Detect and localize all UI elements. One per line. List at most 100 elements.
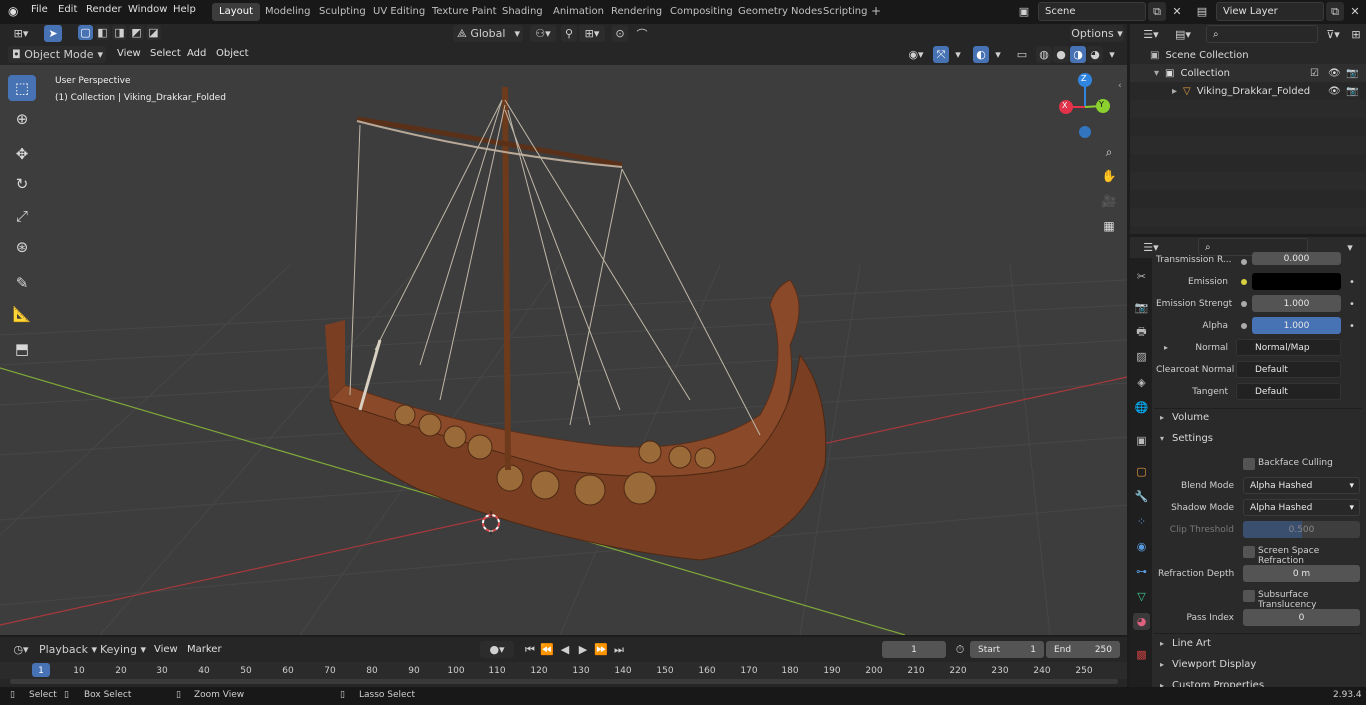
outliner-row-scene-collection[interactable]: ▣ Scene Collection [1130,46,1366,64]
mode-subtract-icon[interactable]: ◨ [112,25,127,40]
emission-strength-field[interactable]: 1.000 [1252,295,1341,312]
options-dropdown[interactable]: Options ▾ [1070,25,1124,42]
workspace-tab-compositing[interactable]: Compositing [663,3,740,21]
wireframe-shading-icon[interactable]: ◍ [1036,46,1052,63]
new-view-layer-icon[interactable]: ⧉ [1326,2,1344,21]
properties-editor-type-icon[interactable]: ☰▾ [1138,239,1164,256]
object-tab-icon[interactable]: ▢ [1133,463,1150,480]
viewport-menu-view[interactable]: View [117,48,141,59]
end-frame-field[interactable]: End 250 [1046,641,1120,658]
outliner-editor-type-icon[interactable]: ☰▾ [1138,26,1164,43]
shadow-mode-dropdown[interactable]: Alpha Hashed ▾ [1243,499,1360,516]
viking-ship-model[interactable] [325,86,827,561]
measure-tool-icon[interactable]: 📐 [8,301,36,327]
transform-tool-icon[interactable]: ⊛ [8,234,36,260]
auto-keying-icon[interactable]: ●▾ [480,641,514,658]
scene-selector-icon[interactable]: ▣ [1012,2,1036,21]
visibility-icon[interactable]: ◉▾ [903,46,929,63]
physics-tab-icon[interactable]: ◉ [1133,538,1150,555]
delete-view-layer-icon[interactable]: ✕ [1346,2,1364,21]
workspace-tab-layout[interactable]: Layout [212,3,260,21]
render-tab-icon[interactable]: 📷 [1133,299,1150,316]
jump-keyframe-forward-icon[interactable]: ⏩ [593,641,609,658]
eye-icon[interactable]: 👁 [1328,86,1341,97]
menu-window[interactable]: Window [128,4,167,15]
menu-file[interactable]: File [31,4,48,15]
constraints-tab-icon[interactable]: ⊶ [1133,563,1150,580]
output-tab-icon[interactable]: 🖶 [1133,324,1150,341]
mode-new-icon[interactable]: ▢ [78,25,93,40]
decorator-dot-icon[interactable]: • [1349,321,1355,332]
clearcoat-normal-link[interactable]: Default [1236,361,1341,378]
proportional-edit-icon[interactable]: ⊙ [612,25,628,42]
object-mode-dropdown[interactable]: ◘ Object Mode ▾ [8,46,106,63]
blend-mode-dropdown[interactable]: Alpha Hashed ▾ [1243,477,1360,494]
outliner-search-input[interactable]: ⌕ [1206,25,1318,43]
camera-view-icon[interactable]: 🎥 [1098,190,1120,212]
menu-render[interactable]: Render [86,4,122,15]
custom-properties-panel-header[interactable]: Custom Properties [1172,680,1264,687]
emission-color-swatch[interactable] [1252,273,1341,290]
chevron-down-icon[interactable]: ▾ [1342,239,1358,256]
backface-culling-checkbox[interactable] [1243,458,1255,470]
falloff-icon[interactable]: ⌒ [630,25,654,42]
eye-icon[interactable]: 👁 [1328,68,1341,79]
3d-viewport[interactable]: Z Y X User Perspective (1) Collection | … [0,65,1127,635]
xray-toggle-icon[interactable]: ▭ [1014,46,1030,63]
transform-orientation-dropdown[interactable]: ⟁ Global ▾ [453,25,523,42]
timeline-scrollbar[interactable] [10,679,1118,684]
line-art-panel-header[interactable]: Line Art [1172,638,1211,649]
gizmo-toggle-icon[interactable]: ⤧ [933,46,949,63]
cursor-tool-icon[interactable]: ⊕ [8,106,36,132]
filter-icon[interactable]: ⊽▾ [1320,26,1346,43]
workspace-tab-uv-editing[interactable]: UV Editing [366,3,432,21]
viewport-display-panel-header[interactable]: Viewport Display [1172,659,1256,670]
camera-icon[interactable]: 📷 [1346,86,1358,97]
volume-panel-header[interactable]: Volume [1172,412,1209,423]
timeline-editor-type-icon[interactable]: ◷▾ [8,641,34,658]
normal-map-link[interactable]: Normal/Map [1236,339,1341,356]
clip-threshold-slider[interactable]: 0.500 [1243,521,1360,538]
new-collection-icon[interactable]: ⊞ [1348,26,1364,43]
collection-tab-icon[interactable]: ▣ [1133,432,1150,449]
workspace-tab-animation[interactable]: Animation [546,3,611,21]
pivot-point-icon[interactable]: ⚇▾ [530,25,556,42]
chevron-down-icon[interactable]: ▾ [951,46,965,63]
mode-extend-icon[interactable]: ◧ [95,25,110,40]
tangent-link[interactable]: Default [1236,383,1341,400]
sidebar-toggle-icon[interactable]: ‹ [1118,81,1122,91]
viewport-menu-add[interactable]: Add [187,48,206,59]
workspace-tab-shading[interactable]: Shading [495,3,550,21]
camera-icon[interactable]: 📷 [1346,68,1358,79]
timeline-menu-view[interactable]: View [154,644,178,655]
menu-help[interactable]: Help [173,4,196,15]
world-tab-icon[interactable]: 🌐 [1133,399,1150,416]
settings-panel-header[interactable]: Settings [1172,433,1213,444]
timeline-menu-marker[interactable]: Marker [187,644,222,655]
particles-tab-icon[interactable]: ⁘ [1133,513,1150,530]
refraction-depth-field[interactable]: 0 m [1243,565,1360,582]
pan-hand-icon[interactable]: ✋ [1098,165,1120,187]
jump-start-icon[interactable]: ⏮ [522,641,538,658]
delete-scene-icon[interactable]: ✕ [1168,2,1186,21]
workspace-tab-geometry-nodes[interactable]: Geometry Nodes [731,3,829,21]
viewport-menu-select[interactable]: Select [150,48,181,59]
chevron-down-icon[interactable]: ▾ [991,46,1005,63]
rendered-shading-icon[interactable]: ◕ [1087,46,1103,63]
alpha-field[interactable]: 1.000 [1252,317,1341,334]
playback-menu[interactable]: Playback ▾ [39,641,97,658]
add-workspace-button[interactable]: + [866,3,886,21]
add-cube-tool-icon[interactable]: ⬒ [8,336,36,362]
view-layer-icon[interactable]: ▤ [1190,2,1214,21]
transmission-field[interactable]: 0.000 [1252,252,1341,265]
material-shading-icon[interactable]: ◑ [1070,46,1086,63]
zoom-icon[interactable]: ⌕ [1098,141,1120,163]
editor-type-icon[interactable]: ⊞▾ [8,25,34,42]
workspace-tab-rendering[interactable]: Rendering [604,3,669,21]
tool-tab-icon[interactable]: ✂ [1133,268,1150,285]
new-scene-icon[interactable]: ⧉ [1148,2,1166,21]
texture-tab-icon[interactable]: ▩ [1133,646,1150,663]
scene-name-field[interactable]: Scene [1038,2,1146,21]
play-reverse-icon[interactable]: ◀ [557,641,573,658]
pass-index-field[interactable]: 0 [1243,609,1360,626]
